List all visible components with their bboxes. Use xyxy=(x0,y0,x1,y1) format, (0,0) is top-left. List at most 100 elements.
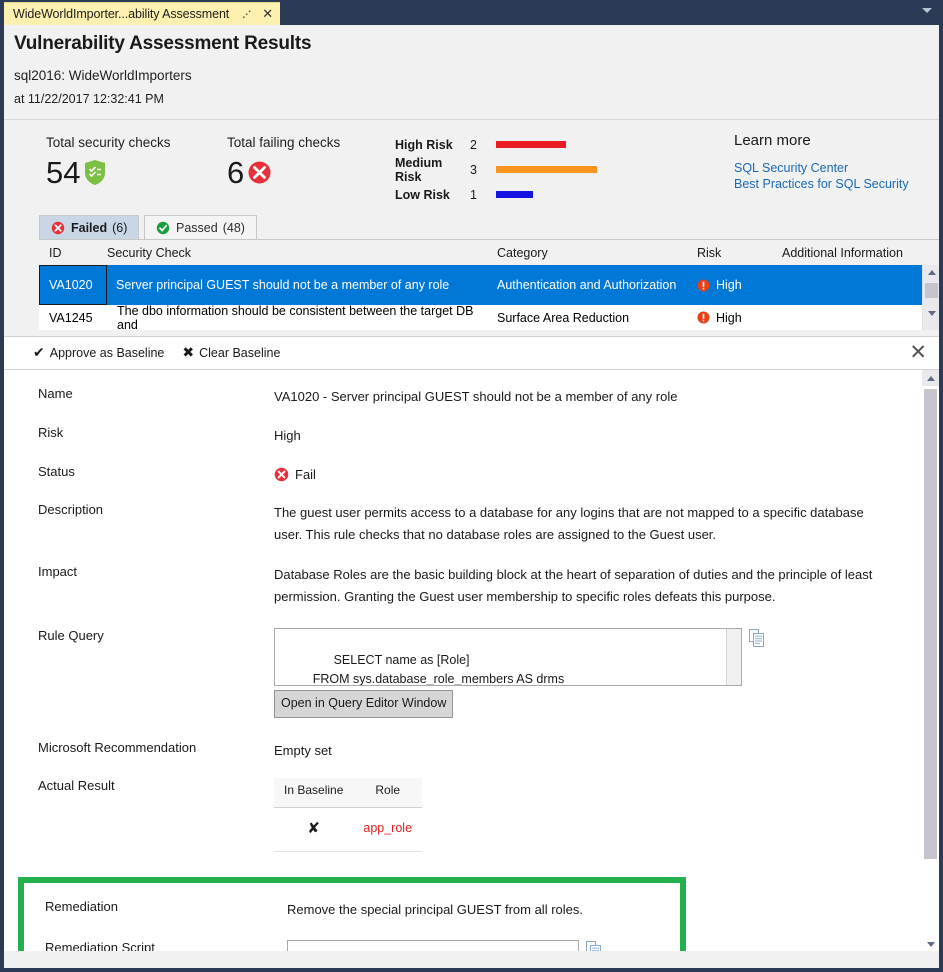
cell-check: Server principal GUEST should not be a m… xyxy=(107,278,497,292)
total-security-checks-label: Total security checks xyxy=(46,135,171,150)
risk-row: High Risk 2 xyxy=(395,132,597,157)
grid-scrollbar[interactable] xyxy=(922,265,939,330)
close-icon[interactable]: ✕ xyxy=(262,8,273,21)
tab-failed[interactable]: Failed (6) xyxy=(39,215,139,239)
cell-in-baseline: ✘ xyxy=(274,808,353,852)
pin-icon[interactable]: ⋮ xyxy=(239,6,256,23)
copy-icon[interactable] xyxy=(586,941,602,951)
tab-passed[interactable]: Passed (48) xyxy=(144,215,257,239)
error-circle-icon xyxy=(274,467,289,482)
column-header-category[interactable]: Category xyxy=(497,246,697,260)
detail-scrollbar-thumb[interactable] xyxy=(924,389,937,859)
risk-row: Medium Risk 3 xyxy=(395,157,597,182)
risk-count: 1 xyxy=(470,188,496,202)
column-header-id[interactable]: ID xyxy=(39,246,107,260)
high-risk-icon xyxy=(697,311,710,324)
detail-pane: Name VA1020 - Server principal GUEST sho… xyxy=(4,369,939,951)
approve-as-baseline-button[interactable]: ✔ Approve as Baseline xyxy=(33,345,164,361)
risk-label: Risk xyxy=(4,425,274,446)
detail-row-recommendation: Microsoft Recommendation Empty set xyxy=(4,740,939,761)
name-value: VA1020 - Server principal GUEST should n… xyxy=(274,386,884,407)
document-tab-strip: WideWorldImporter...ability Assessment ⋮… xyxy=(0,0,943,25)
cross-icon: ✖ xyxy=(182,345,194,361)
risk-bar-medium xyxy=(496,166,597,173)
page-header: Vulnerability Assessment Results sql2016… xyxy=(4,25,939,106)
column-header-risk[interactable]: Risk xyxy=(697,246,782,260)
remediation-label: Remediation xyxy=(24,899,287,920)
link-sql-security-center[interactable]: SQL Security Center xyxy=(734,160,909,176)
table-row[interactable]: VA1245 The dbo information should be con… xyxy=(39,305,939,330)
risk-breakdown: High Risk 2 Medium Risk 3 Low Risk 1 xyxy=(395,132,597,207)
open-in-query-editor-button[interactable]: Open in Query Editor Window xyxy=(274,690,453,718)
cell-check: The dbo information should be consistent… xyxy=(107,304,497,331)
detail-row-name: Name VA1020 - Server principal GUEST sho… xyxy=(4,386,939,407)
risk-count: 3 xyxy=(470,163,496,177)
status-value: Fail xyxy=(295,464,316,485)
detail-row-remediation: Remediation Remove the special principal… xyxy=(24,899,680,920)
approve-as-baseline-label: Approve as Baseline xyxy=(50,346,165,360)
table-row[interactable]: ✘ app_role xyxy=(274,808,422,852)
rule-query-label: Rule Query xyxy=(4,628,274,718)
scroll-down-arrow-icon[interactable] xyxy=(923,306,939,321)
risk-row: Low Risk 1 xyxy=(395,182,597,207)
rule-query-scrollbar[interactable] xyxy=(726,629,741,685)
check-icon: ✔ xyxy=(33,345,45,361)
clear-baseline-button[interactable]: ✖ Clear Baseline xyxy=(182,345,280,361)
rule-query-textbox[interactable]: SELECT name as [Role] FROM sys.database_… xyxy=(274,628,742,686)
recommendation-value: Empty set xyxy=(274,740,884,761)
description-label: Description xyxy=(4,502,274,546)
actual-result-label: Actual Result xyxy=(4,778,274,852)
close-detail-panel-icon[interactable]: ✕ xyxy=(909,342,927,363)
detail-row-status: Status Fail xyxy=(4,464,939,485)
detail-scrollbar[interactable] xyxy=(922,370,939,951)
cell-role: app_role xyxy=(353,808,422,852)
grid-body: VA1020 Server principal GUEST should not… xyxy=(39,265,939,330)
tab-passed-count: (48) xyxy=(223,221,245,235)
total-security-checks-value: 54 xyxy=(46,157,80,188)
document-tab[interactable]: WideWorldImporter...ability Assessment ⋮… xyxy=(4,2,280,25)
high-risk-icon xyxy=(697,279,710,292)
remediation-script-textbox[interactable]: ALTER ROLE [app_role] DROP MEMBER GUEST xyxy=(287,940,579,951)
rule-query-text: SELECT name as [Role] FROM sys.database_… xyxy=(278,653,564,686)
page-title: Vulnerability Assessment Results xyxy=(14,33,939,55)
actual-result-header-row: In Baseline Role xyxy=(274,778,422,808)
risk-value: High xyxy=(274,425,884,446)
grid-header-row: ID Security Check Category Risk Addition… xyxy=(39,240,939,265)
detail-row-description: Description The guest user permits acces… xyxy=(4,502,939,546)
column-header-additional[interactable]: Additional Information xyxy=(782,246,932,260)
table-row[interactable]: VA1020 Server principal GUEST should not… xyxy=(39,265,939,305)
cell-category: Surface Area Reduction xyxy=(497,311,697,325)
scroll-up-arrow-icon[interactable] xyxy=(922,370,939,386)
tab-failed-label: Failed xyxy=(71,221,107,235)
column-header-role: Role xyxy=(353,778,422,808)
remediation-value: Remove the special principal GUEST from … xyxy=(287,899,680,920)
error-circle-icon xyxy=(51,221,65,235)
copy-icon[interactable] xyxy=(749,629,765,647)
name-label: Name xyxy=(4,386,274,407)
risk-bar-high xyxy=(496,141,566,148)
detail-row-risk: Risk High xyxy=(4,425,939,446)
remediation-script-label: Remediation Script xyxy=(24,940,287,951)
security-checks-grid: ID Security Check Category Risk Addition… xyxy=(39,239,939,330)
grid-scrollbar-thumb[interactable] xyxy=(925,283,938,298)
impact-value: Database Roles are the basic building bl… xyxy=(274,564,899,608)
page-body: Vulnerability Assessment Results sql2016… xyxy=(4,25,939,968)
column-header-check[interactable]: Security Check xyxy=(107,246,497,260)
document-tab-title: WideWorldImporter...ability Assessment xyxy=(13,7,229,21)
risk-label: Medium Risk xyxy=(395,156,470,184)
impact-label: Impact xyxy=(4,564,274,608)
scroll-down-arrow-icon[interactable] xyxy=(922,936,939,951)
total-failing-checks-label: Total failing checks xyxy=(227,135,340,150)
cell-id: VA1245 xyxy=(39,311,107,325)
chevron-down-icon[interactable] xyxy=(922,8,932,13)
clear-baseline-label: Clear Baseline xyxy=(199,346,280,360)
cell-risk-label: High xyxy=(716,311,742,325)
link-best-practices[interactable]: Best Practices for SQL Security xyxy=(734,176,909,192)
vulnerability-assessment-window: WideWorldImporter...ability Assessment ⋮… xyxy=(0,0,943,972)
description-value: The guest user permits access to a datab… xyxy=(274,502,884,546)
learn-more-panel: Learn more SQL Security Center Best Prac… xyxy=(734,132,909,192)
scroll-up-arrow-icon[interactable] xyxy=(923,265,939,280)
scan-timestamp: at 11/22/2017 12:32:41 PM xyxy=(14,92,939,106)
summary-panel: Total security checks 54 Total failing c… xyxy=(4,120,939,215)
column-header-in-baseline: In Baseline xyxy=(274,778,353,808)
